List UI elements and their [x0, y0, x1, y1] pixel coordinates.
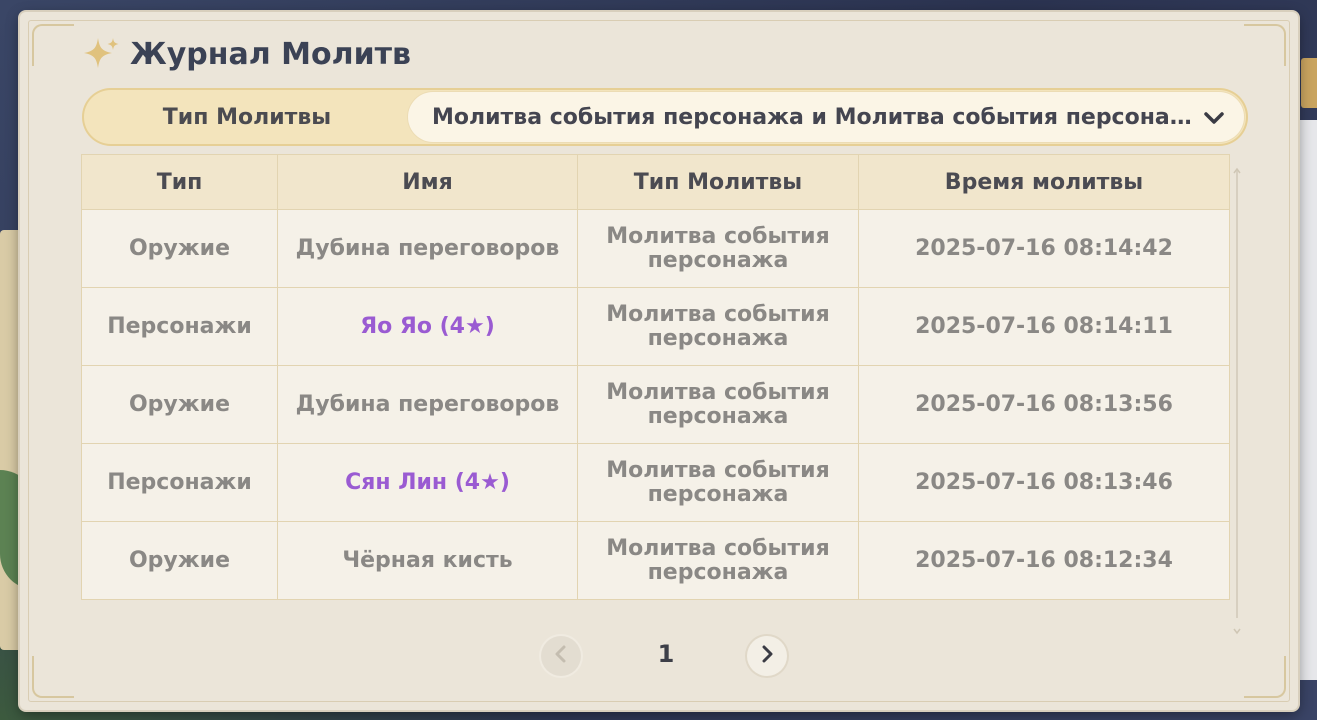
cell-wish-type: Молитва события персонажа — [577, 443, 859, 522]
cell-wish-type: Молитва события персонажа — [577, 209, 859, 288]
wish-type-dropdown[interactable]: Молитва события персонажа и Молитва собы… — [408, 92, 1244, 142]
column-header-name: Имя — [277, 154, 578, 210]
table-row: Оружие Дубина переговоров Молитва событи… — [81, 209, 1230, 288]
filter-label: Тип Молитвы — [162, 104, 332, 130]
cell-type: Персонажи — [81, 287, 278, 366]
chevron-down-icon — [1202, 106, 1226, 130]
pagination: 1 — [541, 636, 791, 680]
cell-name: Дубина переговоров — [277, 365, 578, 444]
column-header-wish-type: Тип Молитвы — [577, 154, 859, 210]
cell-wish-type: Молитва события персонажа — [577, 521, 859, 600]
cell-name: Дубина переговоров — [277, 209, 578, 288]
scroll-track — [1236, 170, 1238, 618]
table-row: Персонажи Сян Лин (4★) Молитва события п… — [81, 443, 1230, 522]
sparkle-icon — [80, 32, 124, 76]
table-row: Персонажи Яо Яо (4★) Молитва события пер… — [81, 287, 1230, 366]
cell-type: Оружие — [81, 365, 278, 444]
scroll-down-icon[interactable] — [1233, 620, 1241, 635]
table-row: Оружие Чёрная кисть Молитва события перс… — [81, 521, 1230, 600]
page-title: Журнал Молитв — [130, 36, 411, 72]
dropdown-selected-value: Молитва события персонажа и Молитва собы… — [432, 104, 1192, 130]
wish-history-panel: Журнал Молитв Тип Молитвы Молитва событи… — [20, 12, 1298, 710]
chevron-left-icon — [551, 644, 571, 668]
cell-wish-type: Молитва события персонажа — [577, 365, 859, 444]
cell-time: 2025-07-16 08:13:56 — [858, 365, 1230, 444]
table-row: Оружие Дубина переговоров Молитва событи… — [81, 365, 1230, 444]
cell-time: 2025-07-16 08:14:42 — [858, 209, 1230, 288]
column-header-type: Тип — [81, 154, 278, 210]
cell-type: Персонажи — [81, 443, 278, 522]
chevron-right-icon — [757, 644, 777, 668]
table-header-row: Тип Имя Тип Молитвы Время молитвы — [81, 154, 1230, 210]
cell-type: Оружие — [81, 209, 278, 288]
history-table: Тип Имя Тип Молитвы Время молитвы Оружие… — [81, 154, 1230, 600]
cell-time: 2025-07-16 08:13:46 — [858, 443, 1230, 522]
cell-wish-type: Молитва события персонажа — [577, 287, 859, 366]
cell-type: Оружие — [81, 521, 278, 600]
page-number: 1 — [657, 640, 675, 668]
table-scrollbar[interactable] — [1233, 160, 1241, 635]
close-tab[interactable] — [1301, 58, 1317, 108]
prev-page-button[interactable] — [541, 636, 581, 676]
title-row: Журнал Молитв — [80, 32, 411, 76]
cell-name-four-star: Яо Яо (4★) — [277, 287, 578, 366]
cell-time: 2025-07-16 08:14:11 — [858, 287, 1230, 366]
cell-name-four-star: Сян Лин (4★) — [277, 443, 578, 522]
column-header-time: Время молитвы — [858, 154, 1230, 210]
next-page-button[interactable] — [747, 636, 787, 676]
cell-time: 2025-07-16 08:12:34 — [858, 521, 1230, 600]
wish-type-filter: Тип Молитвы Молитва события персонажа и … — [82, 88, 1248, 146]
cell-name: Чёрная кисть — [277, 521, 578, 600]
scroll-up-icon[interactable] — [1233, 160, 1241, 174]
